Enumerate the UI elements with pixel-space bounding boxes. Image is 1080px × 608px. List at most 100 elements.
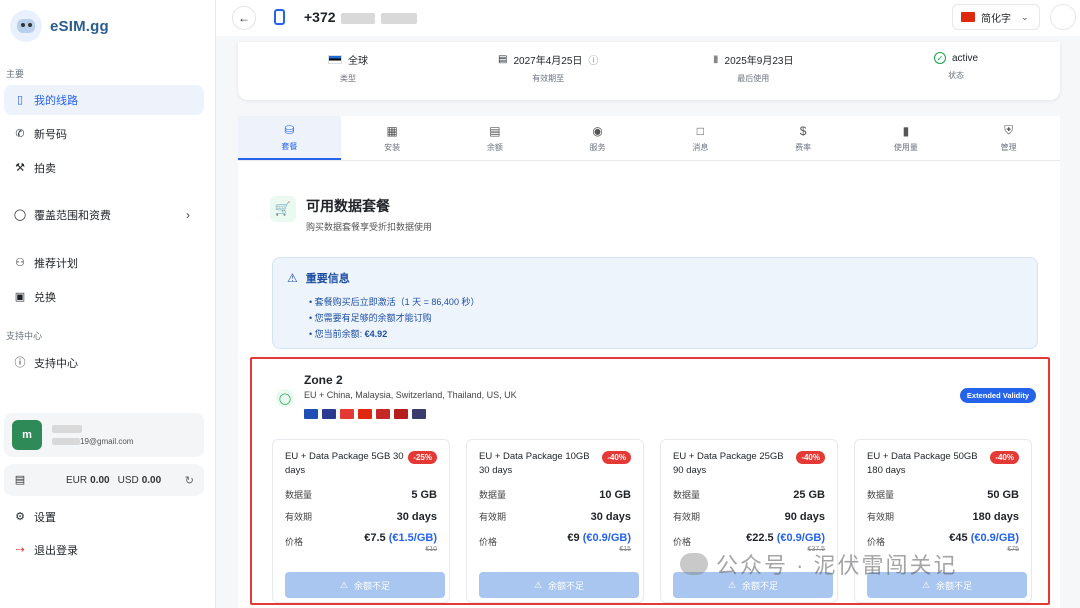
tab-bar: ⛁ 套餐 ▦ 安装 ▤ 余额 ◉ 服务 □ 消息 $ 费率 ▮ 使用量 ⛨ 管理 [238,116,1060,161]
sidebar-item-coverage[interactable]: ◯ 覆盖范围和资费 › [4,200,204,230]
zone-countries: EU + China, Malaysia, Switzerland, Thail… [304,390,517,400]
phone-icon [274,9,285,25]
globe-icon: ◯ [276,389,294,407]
logout-icon: ⇢ [15,543,25,556]
plan-validity-row: 有效期 90 days [673,510,825,523]
sidebar-item-redeem[interactable]: ▣ 兑换 [4,282,204,312]
user-info: 19@gmail.com [52,425,133,446]
database-icon: ⛁ [284,122,295,137]
validity-label: 有效期 [285,512,313,522]
original-price: €15 [619,546,631,553]
chevron-right-icon: › [186,208,190,222]
data-value: 5 GB [411,488,437,501]
wallet-icon: ▤ [14,473,26,486]
arrow-left-icon: ← [238,11,250,25]
brand[interactable]: eSIM.gg [10,10,109,42]
usd-label: USD [117,474,139,486]
header: ← +372 简化字 ⌄ [216,0,1080,36]
message-icon: □ [696,123,704,138]
sidebar-item-auction[interactable]: ⚒ 拍卖 [4,153,204,183]
status-label: 状态 [948,71,965,80]
sidebar-item-support[interactable]: ⓘ 支持中心 [4,348,204,378]
sidebar-item-referral[interactable]: ⚇ 推荐计划 [4,248,204,278]
sidebar-item-label: 兑换 [34,292,56,304]
eur-label: EUR [66,474,88,486]
plan-validity-row: 有效期 30 days [479,510,631,523]
zone-title: Zone 2 [304,373,343,387]
watermark: 公众号 · 泥伏雷闯关记 [680,548,958,580]
data-label: 数据量 [673,490,701,500]
gavel-icon: ⚒ [15,161,25,174]
country-flag-icon [304,409,318,419]
tab-services[interactable]: ◉ 服务 [546,116,649,160]
section-label-main: 主要 [6,69,25,79]
tab-balance[interactable]: ▤ 余额 [444,116,547,160]
validity-value: 30 days [396,510,437,523]
insufficient-balance-button[interactable]: ⚠ 余额不足 [285,572,445,598]
validity-label: 有效期 [867,512,895,522]
packages-panel: 🛒 可用数据套餐 购买数据套餐享受折扣数据使用 ⚠ 重要信息 • 套餐购买后立即激… [238,161,1060,608]
insufficient-balance-button[interactable]: ⚠ 余额不足 [479,572,639,598]
plan-price-row: 价格 €9 (€0.9/GB) €15 [479,532,631,553]
country-flags [304,409,426,419]
user-card[interactable]: m 19@gmail.com [4,413,204,457]
type-value: 全球 [348,56,368,67]
language-select[interactable]: 简化字 ⌄ [952,4,1040,30]
plan-name: EU + Data Package 25GB 90 days [673,451,784,476]
sidebar-item-settings[interactable]: ⚙ 设置 [4,502,204,532]
dollar-icon: $ [799,123,807,138]
warning-icon: ⚠ [727,579,737,590]
sidebar-item-label: 新号码 [34,129,67,141]
china-flag-icon [961,12,975,22]
service-icon: ◉ [592,123,603,138]
tab-plans[interactable]: ⛁ 套餐 [238,116,341,160]
sidebar-item-label: 我的线路 [34,95,78,107]
sidebar-item-logout[interactable]: ⇢ 退出登录 [4,535,204,565]
country-flag-icon [412,409,426,419]
tab-messages[interactable]: □ 消息 [649,116,752,160]
packages-header: 🛒 可用数据套餐 购买数据套餐享受折扣数据使用 [270,196,432,233]
extended-validity-badge: Extended Validity [959,388,1036,403]
data-label: 数据量 [285,490,313,500]
usd-balance: 0.00 [141,474,162,486]
gift-icon: ▣ [14,290,26,303]
gear-icon: ⚙ [15,510,25,523]
packages-subtitle: 购买数据套餐享受折扣数据使用 [306,222,433,232]
user-email: 19@gmail.com [52,437,133,446]
country-flag-icon [376,409,390,419]
important-notice: ⚠ 重要信息 • 套餐购买后立即激活（1 天 = 86,400 秒） • 您需要有… [272,257,1038,349]
country-flag-icon [322,409,336,419]
phone-icon: ▯ [16,93,24,106]
phone-number: +372 [304,9,418,25]
status-value: active [952,52,979,64]
brand-name: eSIM.gg [50,17,109,35]
price-label: 价格 [867,537,886,547]
data-label: 数据量 [867,490,895,500]
help-circle-icon[interactable]: ⓘ [588,52,598,67]
user-name [52,425,133,434]
refresh-icon[interactable]: ↻ [185,474,194,487]
warning-icon: ⚠ [533,579,543,590]
line-info-card: 全球 类型 ▤ 2027年4月25日 ⓘ 有效期至 ▮ 2025年9月23日 最后使用… [238,42,1060,100]
price-block: €45 (€0.9/GB) €75 [949,532,1019,553]
plan-data-row: 数据量 25 GB [673,488,825,501]
wechat-icon [680,553,708,575]
notice-item: • 套餐购买后立即激活（1 天 = 86,400 秒） [309,297,480,307]
sidebar-item-label: 覆盖范围和资费 [34,210,111,222]
info-expiry: ▤ 2027年4月25日 ⓘ 有效期至 [498,52,598,84]
sidebar-item-label: 推荐计划 [34,258,78,270]
tab-install[interactable]: ▦ 安装 [341,116,444,160]
chart-icon: ▮ [902,123,910,138]
tab-rates[interactable]: $ 费率 [752,116,855,160]
country-flag-icon [358,409,372,419]
theme-toggle-button[interactable] [1050,4,1076,30]
discount-badge: -40% [602,451,631,464]
tab-manage[interactable]: ⛨ 管理 [957,116,1060,160]
sidebar-item-my-lines[interactable]: ▯ 我的线路 [4,85,204,115]
tab-usage[interactable]: ▮ 使用量 [855,116,958,160]
sidebar-item-new-number[interactable]: ✆ 新号码 [4,119,204,149]
back-button[interactable]: ← [232,6,256,30]
notice-item: • 您需要有足够的余额才能订购 [309,313,432,323]
estonia-flag-icon [328,55,342,64]
eur-balance: 0.00 [90,474,110,486]
